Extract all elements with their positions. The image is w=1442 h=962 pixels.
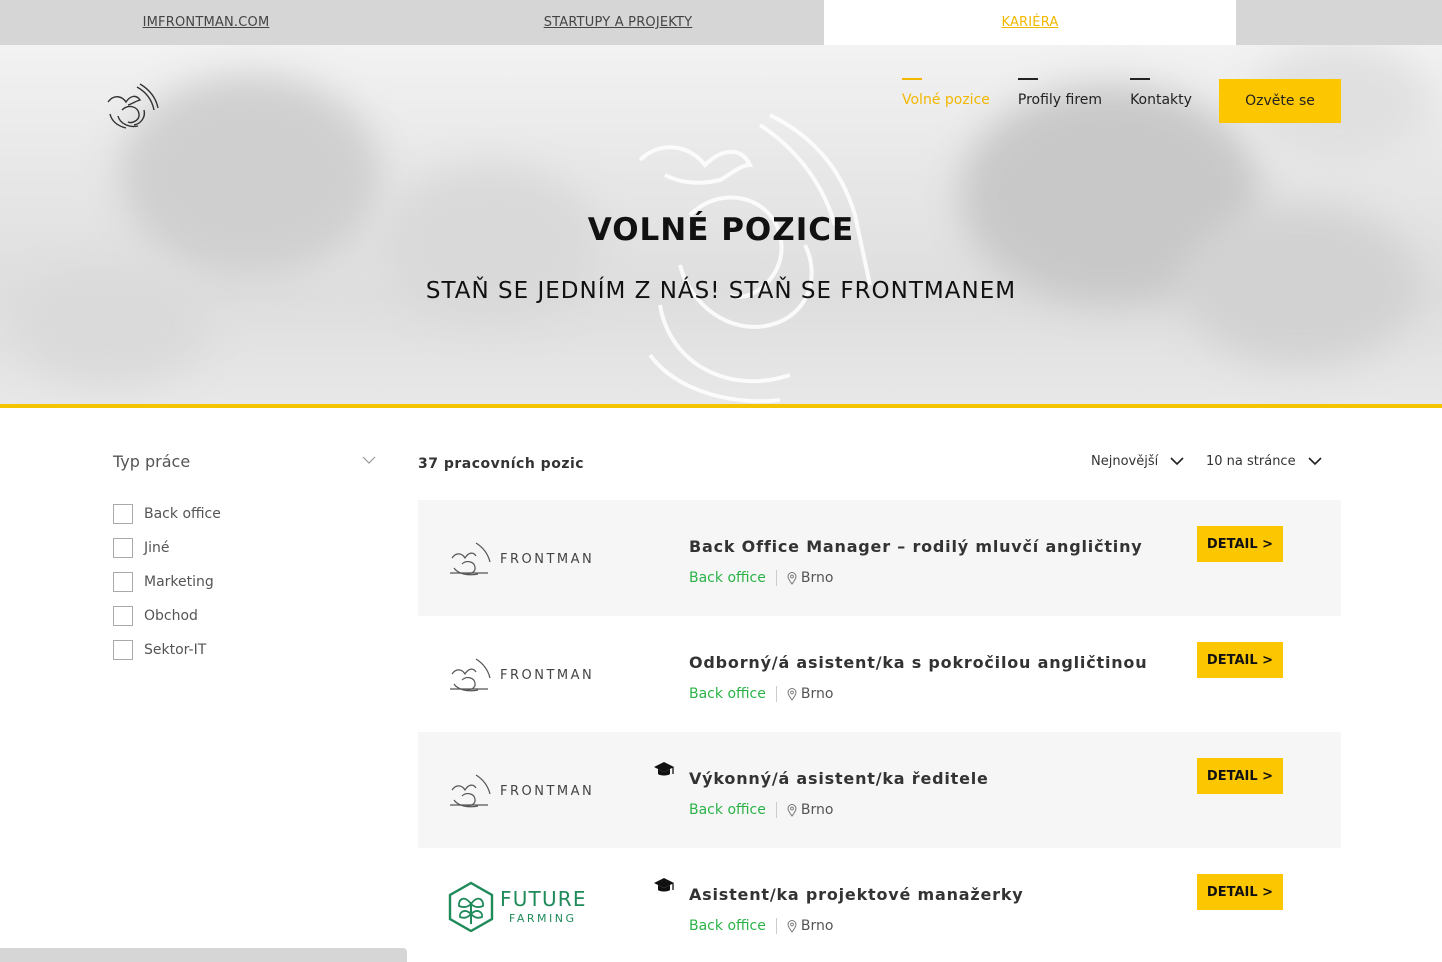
job-title[interactable]: Asistent/ka projektové manažerky [689,885,1024,904]
link-kariera[interactable]: KARIÉRA [824,0,1236,45]
company-logo: FUTURE FARMING [446,880,606,936]
filter-option-label: Marketing [144,574,214,590]
detail-button[interactable]: DETAIL > [1197,526,1283,562]
future-farming-logo-icon: FUTURE FARMING [448,881,587,933]
filter-option[interactable]: Jiné [113,531,221,565]
location-pin-icon [787,803,797,817]
main-nav: Volné pozice Profily firem Kontakty [902,78,1220,108]
results-count: 37 pracovních pozic [418,456,585,472]
filter-options: Back office Jiné Marketing Obchod Sektor… [113,497,221,667]
filter-option-label: Sektor-IT [144,642,207,658]
company-name: FUTURE [500,887,587,911]
company-name: FRONTMAN [500,784,594,799]
company-name: FRONTMAN [500,552,594,567]
location-pin-icon [787,687,797,701]
horse-logo-icon [107,83,159,129]
job-category: Back office [689,918,777,934]
frontman-logo-icon: FRONTMAN [450,542,594,576]
job-card[interactable]: FRONTMAN Odborný/á asistent/ka s pokroči… [418,616,1341,732]
frontman-logo-icon: FRONTMAN [450,774,594,808]
nav-profily-firem[interactable]: Profily firem [1017,78,1102,108]
job-location: Brno [800,686,834,702]
job-card[interactable]: FRONTMAN Back Office Manager – rodilý ml… [418,500,1341,616]
chevron-down-icon [1170,457,1184,466]
hero-title: VOLNÉ POZICE [587,212,855,248]
job-meta: Back office Brno [689,802,833,818]
company-name: FRONTMAN [500,668,594,683]
top-site-switcher: IMFRONTMAN.COM STARTUPY A PROJEKTY KARIÉ… [0,0,1442,45]
job-category: Back office [689,570,777,586]
checkbox[interactable] [113,606,133,626]
chevron-down-icon [1308,457,1322,466]
location-pin-icon [787,571,797,585]
detail-button[interactable]: DETAIL > [1197,874,1283,910]
job-category: Back office [689,686,777,702]
company-logo: FRONTMAN [448,654,598,698]
filter-option[interactable]: Sektor-IT [113,633,221,667]
chevron-down-icon[interactable] [362,455,376,465]
frontman-logo-icon: FRONTMAN [450,658,594,692]
job-meta: Back office Brno [689,686,833,702]
checkbox[interactable] [113,538,133,558]
detail-button[interactable]: DETAIL > [1197,758,1283,794]
job-location: Brno [800,918,834,934]
filter-option[interactable]: Marketing [113,565,221,599]
link-startupy[interactable]: STARTUPY A PROJEKTY [412,0,824,45]
filter-title[interactable]: Typ práce [113,452,190,471]
bottom-bar [0,948,407,962]
job-title[interactable]: Výkonný/á asistent/ka ředitele [689,769,989,788]
per-page-select[interactable]: 10 na stránce [1206,454,1322,469]
graduation-cap-icon [654,762,674,776]
contact-cta-button[interactable]: Ozvěte se [1219,79,1341,123]
top-strip-filler [1236,0,1442,45]
nav-kontakty[interactable]: Kontakty [1130,78,1192,108]
job-location: Brno [800,570,834,586]
detail-button[interactable]: DETAIL > [1197,642,1283,678]
job-card[interactable]: FRONTMAN Výkonný/á asistent/ka ředitele … [418,732,1341,848]
sort-select-value: Nejnovější [1091,454,1159,469]
filter-option[interactable]: Obchod [113,599,221,633]
job-meta: Back office Brno [689,570,833,586]
filter-option-label: Jiné [144,540,170,556]
link-imfrontman[interactable]: IMFRONTMAN.COM [0,0,412,45]
company-logo: FRONTMAN [448,770,598,814]
job-category: Back office [689,802,777,818]
job-meta: Back office Brno [689,918,833,934]
checkbox[interactable] [113,504,133,524]
filter-option-label: Obchod [144,608,198,624]
graduation-cap-icon [654,878,674,892]
horse-watermark-icon [638,113,872,404]
job-title[interactable]: Odborný/á asistent/ka s pokročilou angli… [689,653,1147,672]
filter-option[interactable]: Back office [113,497,221,531]
hero-subtitle: STAŇ SE JEDNÍM Z NÁS! STAŇ SE FRONTMANEM [425,278,1017,304]
per-page-select-value: 10 na stránce [1206,454,1296,469]
job-title[interactable]: Back Office Manager – rodilý mluvčí angl… [689,537,1143,556]
nav-volne-pozice[interactable]: Volné pozice [902,78,990,108]
job-location: Brno [800,802,834,818]
job-card[interactable]: FUTURE FARMING Asistent/ka projektové ma… [418,848,1341,962]
company-logo: FRONTMAN [448,538,598,582]
checkbox[interactable] [113,640,133,660]
company-name-sub: FARMING [509,912,576,925]
sort-select[interactable]: Nejnovější [1091,454,1184,469]
checkbox[interactable] [113,572,133,592]
hero-accent-border [0,404,1442,408]
filter-option-label: Back office [144,506,221,522]
frontman-logo[interactable] [104,80,164,134]
location-pin-icon [787,919,797,933]
